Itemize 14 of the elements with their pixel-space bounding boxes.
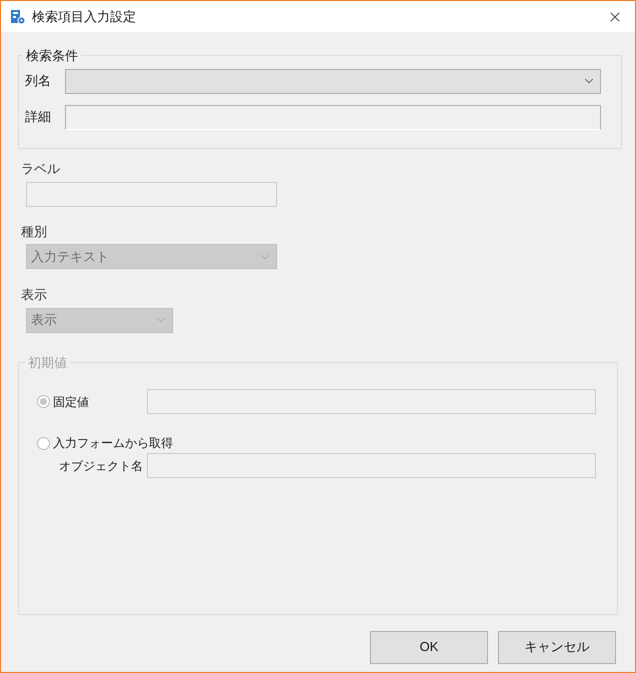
window-title: 検索項目入力設定 xyxy=(32,8,136,26)
dialog-button[interactable]: OK xyxy=(370,630,488,664)
group-title: 初期値 xyxy=(27,354,68,372)
field-label: オブジェクト名 xyxy=(59,458,143,473)
dropdown[interactable] xyxy=(65,68,601,94)
group-title: 検索条件 xyxy=(25,47,79,65)
input-field[interactable] xyxy=(65,104,601,130)
settings-document-icon xyxy=(10,8,26,24)
field-label: 列名 xyxy=(25,72,52,90)
field-label: 種別 xyxy=(21,222,48,240)
field-label: 詳細 xyxy=(25,108,52,126)
field-label: 表示 xyxy=(21,286,48,304)
dialog-button[interactable]: キャンセル xyxy=(498,630,616,664)
field-label: ラベル xyxy=(21,160,61,178)
